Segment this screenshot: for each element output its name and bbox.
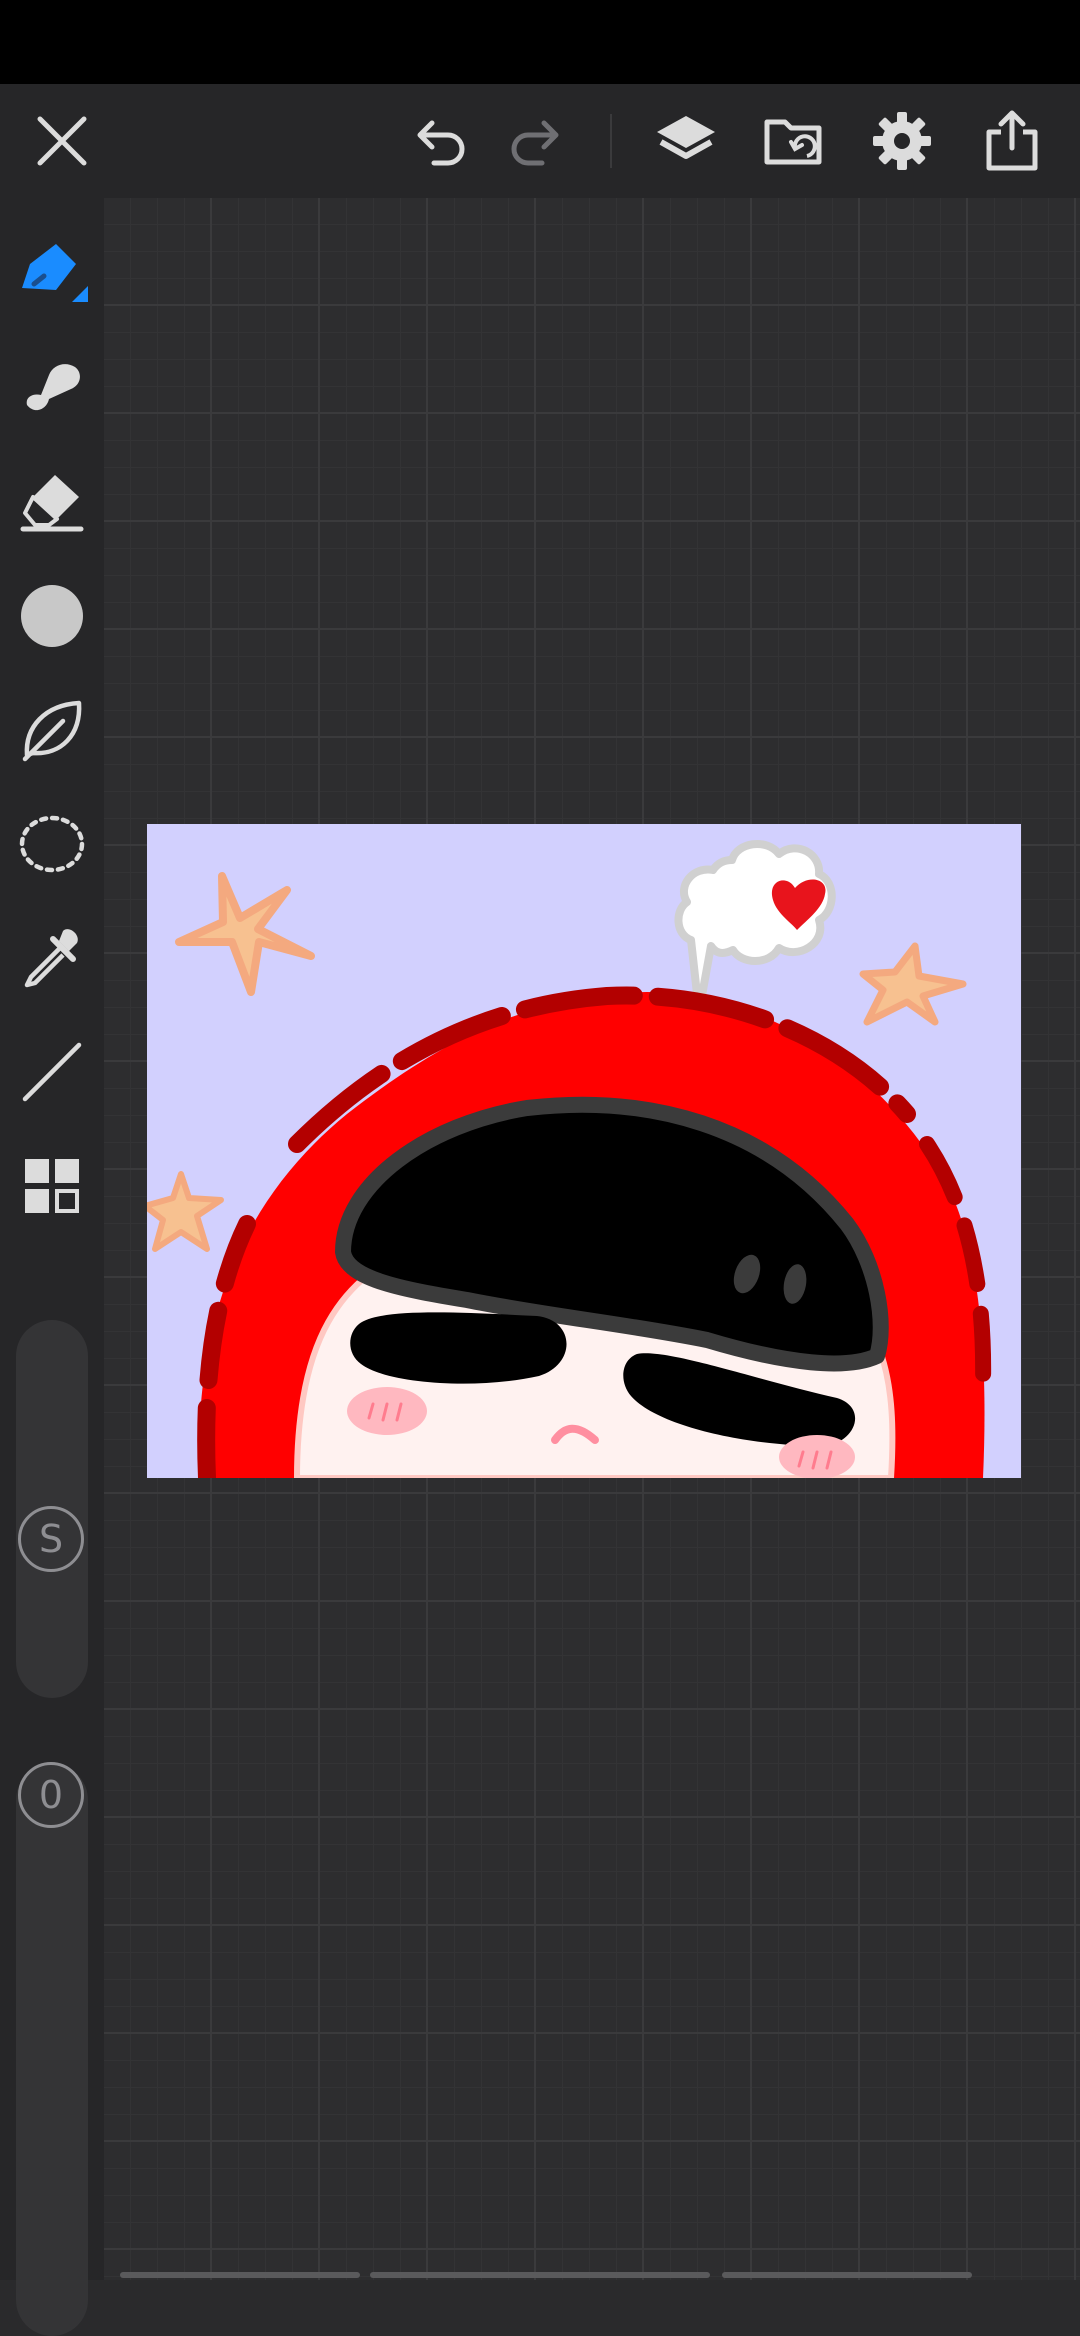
thought-bubble	[674, 840, 836, 1016]
star-left	[147, 1171, 224, 1252]
top-toolbar	[0, 84, 1080, 198]
undo-button[interactable]	[390, 84, 490, 198]
opacity-label: 0	[38, 1773, 64, 1817]
brush-size-label: S	[38, 1517, 64, 1561]
redo-icon	[511, 120, 559, 166]
color-swatch-icon	[21, 585, 83, 647]
redo-button[interactable]	[486, 84, 586, 198]
line-icon	[22, 1042, 82, 1102]
eraser-tool[interactable]	[0, 452, 104, 552]
leaf-icon	[22, 700, 82, 762]
pen-icon	[22, 244, 88, 302]
smudge-tool[interactable]	[0, 338, 104, 438]
layers-button[interactable]	[636, 84, 736, 198]
panel-handle[interactable]	[370, 2272, 710, 2278]
artwork-illustration	[147, 840, 992, 1478]
close-icon	[37, 116, 87, 166]
eye-left	[350, 1312, 567, 1384]
eyedropper-icon	[24, 929, 78, 988]
blush-left	[347, 1387, 427, 1435]
undo-icon	[417, 120, 465, 166]
star-top-left	[175, 872, 315, 996]
drawing-canvas[interactable]	[147, 824, 1021, 1478]
share-button[interactable]	[962, 84, 1062, 198]
panel-handle[interactable]	[120, 2272, 360, 2278]
eyedropper-tool[interactable]	[0, 908, 104, 1008]
brush-size-handle[interactable]: S	[18, 1506, 84, 1572]
color-picker[interactable]	[0, 566, 104, 666]
smudge-icon	[26, 364, 80, 411]
lasso-icon	[19, 815, 85, 873]
settings-button[interactable]	[852, 84, 952, 198]
fill-tool[interactable]	[0, 680, 104, 780]
more-tools[interactable]	[0, 1136, 104, 1236]
star-right	[859, 942, 967, 1026]
opacity-slider[interactable]	[16, 1764, 88, 2336]
lasso-tool[interactable]	[0, 794, 104, 894]
gear-icon	[873, 112, 931, 170]
bottom-panel-handles	[104, 2268, 1080, 2280]
pen-tool[interactable]	[0, 224, 104, 324]
status-bar	[0, 0, 1080, 84]
close-button[interactable]	[12, 84, 112, 198]
toolbar-separator	[610, 114, 612, 168]
grid-icon	[25, 1159, 79, 1213]
share-icon	[986, 110, 1038, 171]
gallery-button[interactable]	[744, 84, 844, 198]
tool-rail: S 0	[0, 198, 104, 2336]
eraser-icon	[20, 475, 84, 532]
line-tool[interactable]	[0, 1022, 104, 1122]
opacity-handle[interactable]: 0	[18, 1762, 84, 1828]
layers-icon	[657, 116, 715, 159]
gallery-folder-icon	[764, 119, 822, 165]
panel-handle[interactable]	[722, 2272, 972, 2278]
